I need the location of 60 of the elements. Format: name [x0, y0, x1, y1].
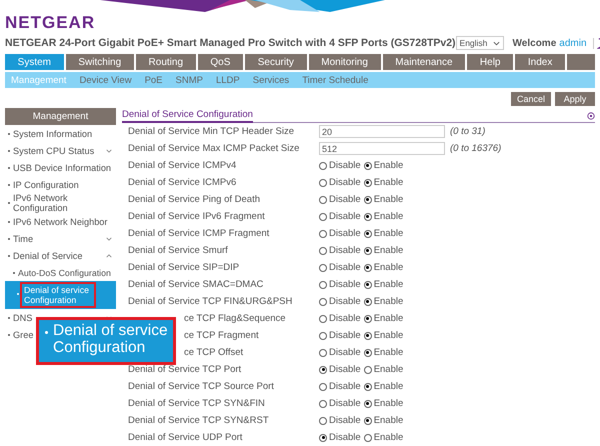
radio-label: Disable: [329, 245, 361, 256]
radio-label: Disable: [329, 364, 361, 375]
setting-label: ce TCP Flag&Sequence: [183, 313, 287, 324]
radio-label: Disable: [329, 228, 361, 239]
radio-label: Enable: [374, 381, 404, 392]
radio-label: Enable: [374, 296, 404, 307]
setting-label: Denial of Service TCP SYN&FIN: [128, 398, 266, 409]
radio-label: Disable: [329, 296, 361, 307]
radio-label: Enable: [374, 211, 404, 222]
radio-label: Enable: [374, 364, 404, 375]
radio-label: Enable: [374, 245, 404, 256]
product-title: NETGEAR 24-Port Gigabit PoE+ Smart Managed Pro Switch with 4 SFP Ports (GS728TPv2): [5, 37, 456, 49]
radio-label: Disable: [329, 398, 361, 409]
radio-label: Disable: [329, 279, 361, 290]
radio-label: Disable: [329, 262, 361, 273]
radio-label: Disable: [329, 347, 361, 358]
setting-label: Denial of Service ICMPv4: [128, 160, 238, 171]
radio-label: Enable: [374, 194, 404, 205]
radio-label: Enable: [374, 398, 404, 409]
callout-tooltip: Denial of service Configuration: [36, 317, 176, 365]
setting-label: Denial of Service TCP SYN&RST: [128, 415, 270, 426]
radio-label: Enable: [374, 347, 404, 358]
setting-label: Denial of Service Max ICMP Packet Size: [128, 143, 300, 154]
setting-label: Denial of Service TCP FIN&URG&PSH: [128, 296, 294, 307]
setting-label: Denial of Service IPv6 Fragment: [128, 211, 266, 222]
setting-label: Denial of Service SMAC=DMAC: [128, 279, 264, 290]
setting-label: Denial of Service Smurf: [128, 245, 229, 256]
setting-label: Denial of Service SIP=DIP: [128, 262, 240, 273]
radio-label: Enable: [374, 415, 404, 426]
setting-label: Denial of Service ICMP Fragment: [128, 228, 270, 239]
setting-label: Denial of Service UDP Port: [128, 432, 244, 443]
radio-label: Disable: [329, 415, 361, 426]
radio-label: Enable: [374, 279, 404, 290]
welcome-text: Welcome: [512, 38, 556, 48]
setting-label: Denial of Service TCP Port: [128, 364, 242, 375]
radio-label: Enable: [374, 228, 404, 239]
section-title: Denial of Service Configuration: [122, 109, 253, 123]
setting-label: Denial of Service Ping of Death: [128, 194, 262, 205]
radio-label: Enable: [374, 160, 404, 171]
radio-label: Enable: [374, 262, 404, 273]
range-hint: (0 to 31): [450, 126, 486, 137]
sidebar-header: Management: [5, 108, 116, 125]
setting-label: Denial of Service TCP Source Port: [128, 381, 275, 392]
radio-label: Disable: [329, 177, 361, 188]
setting-label: Denial of Service ICMPv6: [128, 177, 238, 188]
radio-label: Disable: [329, 313, 361, 324]
setting-label: Denial of Service Min TCP Header Size: [128, 126, 295, 137]
radio-label: Enable: [374, 330, 404, 341]
radio-label: Enable: [374, 177, 404, 188]
radio-label: Disable: [329, 381, 361, 392]
radio-label: Disable: [329, 330, 361, 341]
radio-label: Enable: [374, 313, 404, 324]
radio-label: Disable: [329, 211, 361, 222]
radio-label: Disable: [329, 432, 361, 443]
netgear-logo: NETGEAR: [5, 13, 96, 33]
radio-label: Disable: [329, 194, 361, 205]
radio-label: Disable: [329, 160, 361, 171]
range-hint: (0 to 16376): [450, 143, 502, 154]
setting-label: ce TCP Fragment: [183, 330, 260, 341]
radio-label: Enable: [374, 432, 404, 443]
